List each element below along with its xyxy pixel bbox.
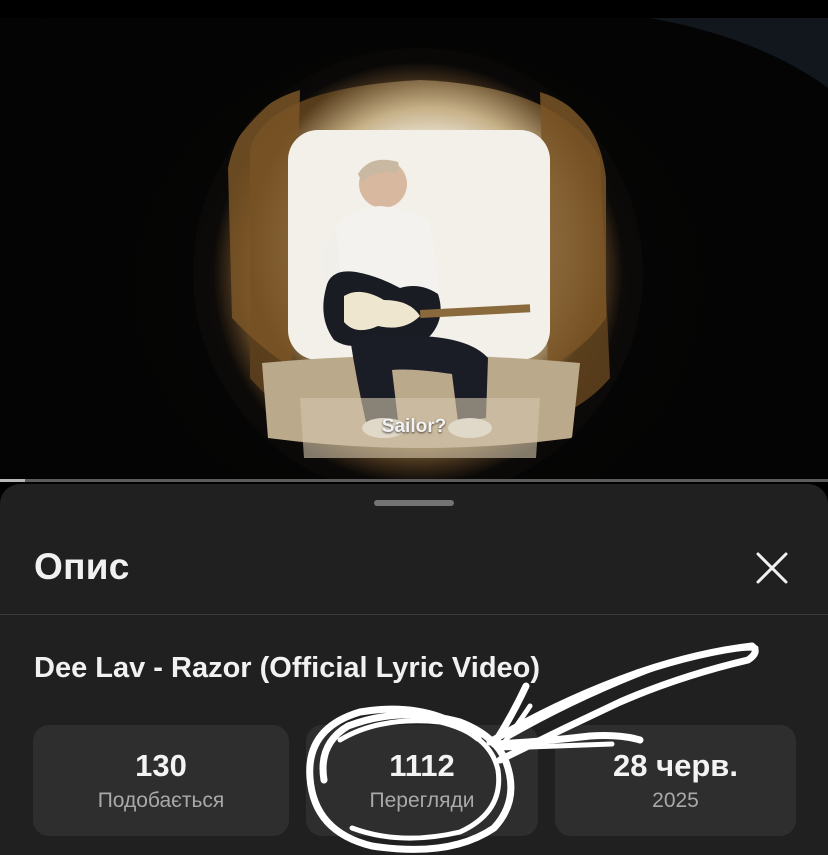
views-count: 1112	[389, 747, 455, 783]
video-title: Dee Lav - Razor (Official Lyric Video)	[34, 652, 541, 684]
views-stat[interactable]: 1112 Перегляди	[306, 725, 538, 836]
video-frame	[0, 18, 828, 481]
sheet-title: Опис	[34, 546, 130, 587]
upload-date: 28 черв.	[613, 747, 738, 783]
video-progress-bar[interactable]	[0, 479, 828, 482]
divider	[0, 614, 828, 615]
date-stat[interactable]: 28 черв. 2025	[555, 725, 796, 836]
video-progress-fill	[0, 479, 25, 482]
drag-handle[interactable]	[374, 500, 454, 506]
video-player[interactable]: Sailor?	[0, 18, 828, 481]
description-sheet: Опис Dee Lav - Razor (Official Lyric Vid…	[0, 484, 828, 855]
upload-year: 2025	[652, 788, 699, 812]
video-subtitle: Sailor?	[381, 416, 447, 437]
close-button[interactable]	[744, 540, 800, 596]
close-icon	[756, 552, 788, 584]
views-label: Перегляди	[369, 788, 475, 812]
likes-label: Подобається	[97, 788, 225, 812]
likes-count: 130	[135, 747, 187, 783]
likes-stat[interactable]: 130 Подобається	[33, 725, 289, 836]
